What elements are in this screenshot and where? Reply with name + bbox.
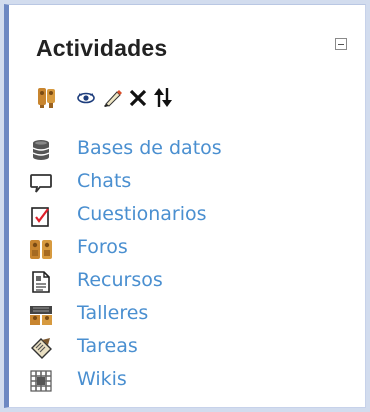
activity-item-talleres[interactable]: Talleres <box>29 301 329 331</box>
move-icon[interactable] <box>153 85 173 109</box>
activity-item-tareas[interactable]: Tareas <box>29 334 329 364</box>
quiz-icon <box>29 204 53 228</box>
edit-icon[interactable] <box>102 85 122 109</box>
activity-item-foros[interactable]: Foros <box>29 235 329 265</box>
block-title: Actividades <box>36 35 168 61</box>
activity-item-wikis[interactable]: Wikis <box>29 367 329 397</box>
activity-label: Wikis <box>77 368 127 390</box>
resource-icon <box>29 270 53 294</box>
activity-label: Chats <box>77 170 132 192</box>
activity-label: Bases de datos <box>77 137 222 159</box>
workshop-icon <box>29 303 53 327</box>
activity-item-chats[interactable]: Chats <box>29 169 329 199</box>
assignment-icon <box>29 336 53 360</box>
participants-icon[interactable] <box>36 85 60 109</box>
activity-item-bases-de-datos[interactable]: Bases de datos <box>29 136 329 166</box>
activity-label: Foros <box>77 236 128 258</box>
database-icon <box>29 138 53 162</box>
chat-icon <box>29 171 53 195</box>
activity-label: Recursos <box>77 269 163 291</box>
wiki-icon <box>29 369 53 393</box>
activity-label: Tareas <box>77 335 138 357</box>
collapse-icon[interactable] <box>335 38 347 50</box>
activity-item-cuestionarios[interactable]: Cuestionarios <box>29 202 329 232</box>
activities-block: Actividades Bases de datos Chats Cuestio… <box>4 4 366 408</box>
forum-icon <box>29 237 53 261</box>
activity-label: Cuestionarios <box>77 203 207 225</box>
activity-label: Talleres <box>77 302 149 324</box>
delete-icon[interactable] <box>128 85 148 109</box>
block-frame: Actividades Bases de datos Chats Cuestio… <box>0 0 370 412</box>
activity-item-recursos[interactable]: Recursos <box>29 268 329 298</box>
eye-icon[interactable] <box>76 85 96 109</box>
